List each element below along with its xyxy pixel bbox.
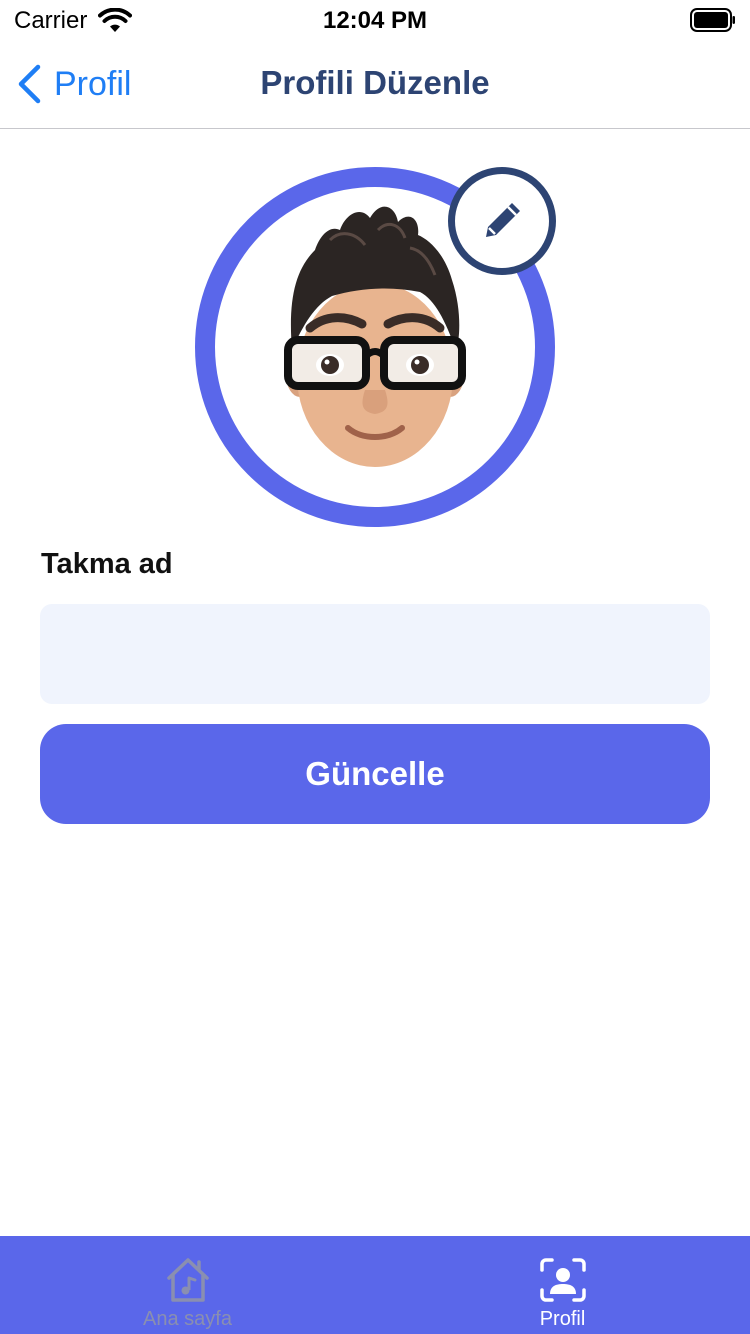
navigation-bar: Profil Profili Düzenle xyxy=(0,40,750,129)
status-time: 12:04 PM xyxy=(322,7,428,34)
nickname-input[interactable] xyxy=(40,604,710,704)
tab-bar: Ana sayfa Profil xyxy=(0,1236,750,1334)
home-music-icon xyxy=(167,1258,209,1302)
tab-profile[interactable]: Profil xyxy=(375,1236,750,1334)
profile-scan-icon xyxy=(540,1258,586,1302)
status-bar: Carrier 12:04 PM xyxy=(0,0,750,40)
tab-profile-label: Profil xyxy=(539,1308,586,1330)
battery-full-icon xyxy=(690,8,735,32)
tab-home-label: Ana sayfa xyxy=(143,1308,232,1330)
memoji-avatar xyxy=(284,206,466,467)
tab-home[interactable]: Ana sayfa xyxy=(0,1236,375,1334)
pencil-icon xyxy=(486,203,520,237)
nickname-label: Takma ad xyxy=(41,548,173,580)
update-button[interactable]: Güncelle xyxy=(40,724,710,824)
page-title: Profili Düzenle xyxy=(260,64,490,101)
edit-avatar-button[interactable] xyxy=(448,167,556,275)
